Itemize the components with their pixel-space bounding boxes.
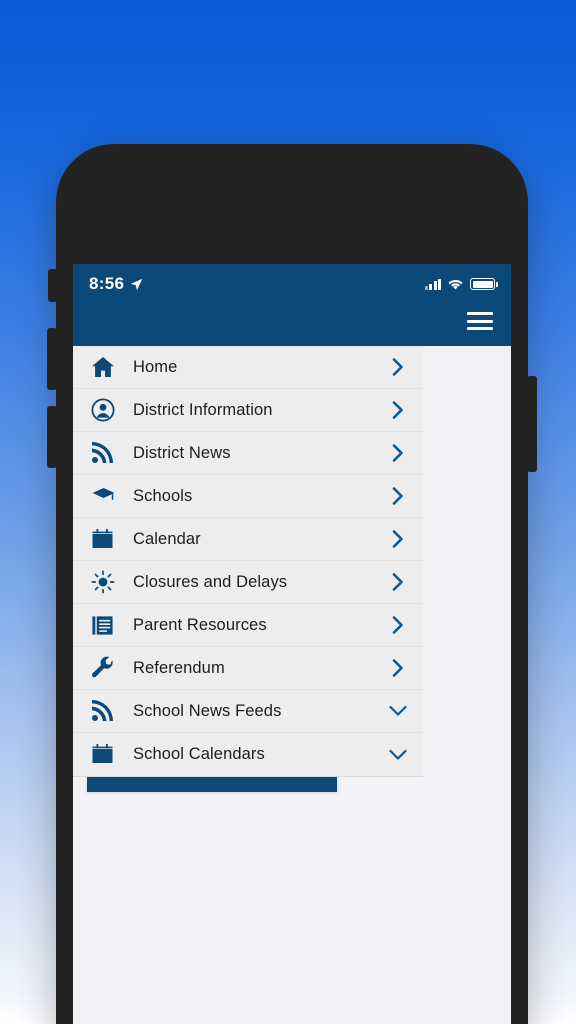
mute-switch-button[interactable] <box>48 269 57 302</box>
drawer-item-label: District News <box>133 443 231 462</box>
chevron-down-icon[interactable] <box>387 705 409 717</box>
calendar-icon <box>91 528 133 550</box>
phone-device-frame: 8:56 Home District Information District … <box>47 144 537 1024</box>
hamburger-menu-icon[interactable] <box>467 312 493 330</box>
power-button[interactable] <box>527 376 537 472</box>
drawer-item-district-information[interactable]: District Information <box>73 389 423 432</box>
chevron-right-icon[interactable] <box>387 530 409 548</box>
drawer-item-school-news-feeds[interactable]: School News Feeds <box>73 690 423 733</box>
wrench-icon <box>91 656 133 680</box>
cellular-signal-icon <box>424 278 441 290</box>
drawer-item-label: School Calendars <box>133 745 265 763</box>
rss-feed-icon <box>91 442 133 464</box>
status-bar-left: 8:56 <box>89 274 143 294</box>
calendar-icon <box>91 744 133 765</box>
drawer-item-label: District Information <box>133 400 273 419</box>
drawer-item-label: School News Feeds <box>133 701 282 720</box>
drawer-item-closures-and-delays[interactable]: Closures and Delays <box>73 561 423 604</box>
drawer-item-label: Parent Resources <box>133 615 267 634</box>
chevron-right-icon[interactable] <box>387 487 409 505</box>
wifi-icon <box>448 279 463 290</box>
drawer-item-parent-resources[interactable]: Parent Resources <box>73 604 423 647</box>
clock-label: 8:56 <box>89 274 125 293</box>
navigation-drawer: Home District Information District News … <box>73 346 423 777</box>
volume-down-button[interactable] <box>47 406 57 468</box>
drawer-item-label: Home <box>133 357 178 376</box>
chevron-right-icon[interactable] <box>387 573 409 591</box>
location-arrow-icon <box>131 278 143 290</box>
chevron-right-icon[interactable] <box>387 444 409 462</box>
drawer-item-district-news[interactable]: District News <box>73 432 423 475</box>
app-bar: 8:56 <box>73 264 511 346</box>
chevron-right-icon[interactable] <box>387 358 409 376</box>
drawer-item-label: Calendar <box>133 529 201 548</box>
chevron-down-icon[interactable] <box>387 749 409 761</box>
rss-feed-icon <box>91 700 133 722</box>
drawer-item-schools[interactable]: Schools <box>73 475 423 518</box>
drawer-item-label: Referendum <box>133 658 225 677</box>
phone-screen: 8:56 Home District Information District … <box>73 264 511 1024</box>
chevron-right-icon[interactable] <box>387 401 409 419</box>
drawer-item-home[interactable]: Home <box>73 346 423 389</box>
person-circle-icon <box>91 398 133 422</box>
drawer-item-label: Closures and Delays <box>133 572 288 591</box>
document-list-icon <box>91 614 133 637</box>
drawer-item-label: Schools <box>133 486 193 505</box>
drawer-item-school-calendars[interactable]: School Calendars <box>73 733 423 776</box>
chevron-right-icon[interactable] <box>387 616 409 634</box>
volume-up-button[interactable] <box>47 328 57 390</box>
home-icon <box>91 356 133 378</box>
status-bar-right <box>424 278 498 291</box>
sun-icon <box>91 570 133 594</box>
graduation-cap-icon <box>91 486 133 506</box>
chevron-right-icon[interactable] <box>387 659 409 677</box>
drawer-item-calendar[interactable]: Calendar <box>73 518 423 561</box>
status-bar: 8:56 <box>73 264 511 304</box>
battery-full-icon <box>470 278 498 290</box>
drawer-item-referendum[interactable]: Referendum <box>73 647 423 690</box>
